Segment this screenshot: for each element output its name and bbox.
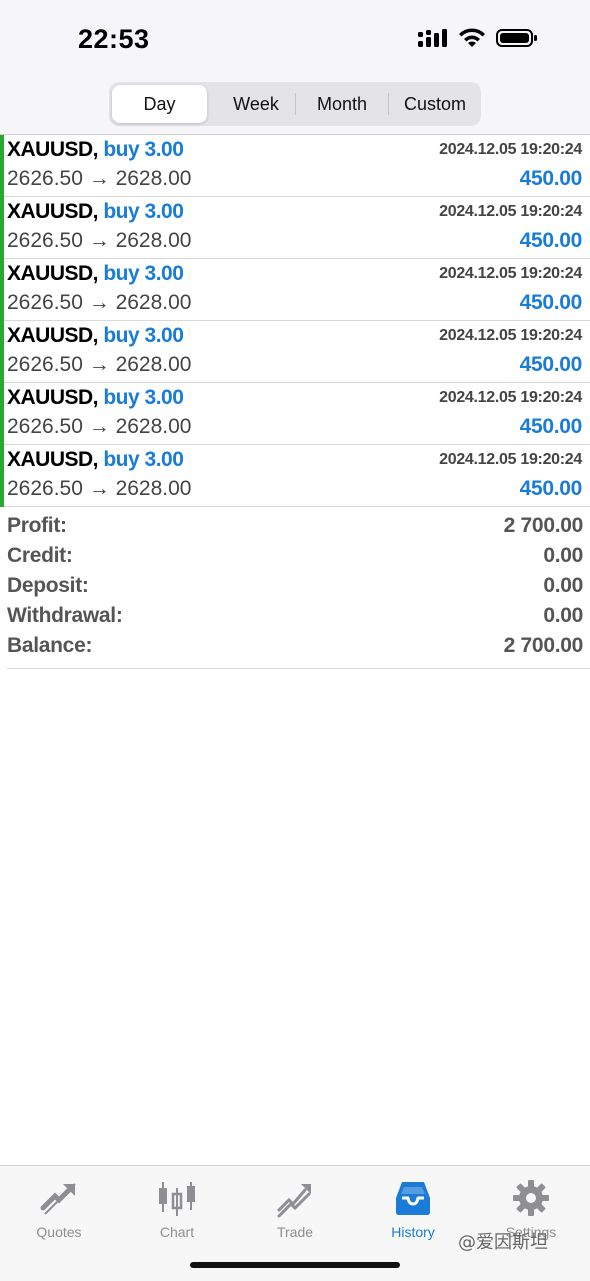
summary-label: Profit: [7, 514, 67, 537]
summary-value: 0.00 [543, 574, 583, 597]
deal-row[interactable]: XAUUSD, buy 3.00 2024.12.05 19:20:24 262… [0, 259, 590, 321]
deal-time: 2024.12.05 19:20:24 [439, 265, 582, 282]
deal-profit: 450.00 [519, 353, 583, 376]
tab-history[interactable]: History [354, 1172, 472, 1242]
deal-time: 2024.12.05 19:20:24 [439, 451, 582, 468]
symbol-name: XAUUSD, [7, 138, 99, 161]
wifi-icon [459, 28, 485, 47]
cellular-signal-icon [418, 29, 447, 47]
divider [7, 668, 590, 669]
deal-prices: 2626.50 → 2628.00 [7, 167, 192, 190]
deal-prices: 2626.50 → 2628.00 [7, 229, 192, 252]
summary-row-balance: Balance: 2 700.00 [7, 632, 583, 662]
tab-label: Trade [276, 1224, 314, 1240]
summary-label: Credit: [7, 544, 73, 567]
chart-icon [159, 1182, 195, 1216]
quotes-icon [40, 1183, 76, 1215]
buy-indicator [0, 321, 4, 383]
home-indicator[interactable] [190, 1262, 400, 1268]
tab-quotes[interactable]: Quotes [0, 1172, 118, 1242]
deal-profit: 450.00 [519, 229, 583, 252]
status-bar: 22:53 [0, 0, 590, 80]
status-icons [418, 28, 538, 48]
deal-symbol: XAUUSD, buy 3.00 [7, 448, 184, 472]
summary-row-credit: Credit: 0.00 [7, 542, 583, 572]
tab-trade[interactable]: Trade [236, 1172, 354, 1242]
summary-row-deposit: Deposit: 0.00 [7, 572, 583, 602]
tab-month[interactable]: Month [296, 82, 388, 126]
deal-prices: 2626.50 → 2628.00 [7, 477, 192, 500]
status-time: 22:53 [78, 24, 150, 54]
deal-side: buy 3.00 [103, 324, 184, 347]
deal-prices: 2626.50 → 2628.00 [7, 353, 192, 376]
watermark-text: @爱因斯坦 [458, 1232, 548, 1253]
deal-side: buy 3.00 [103, 448, 184, 471]
summary-label: Balance: [7, 634, 93, 657]
deal-row[interactable]: XAUUSD, buy 3.00 2024.12.05 19:20:24 262… [0, 321, 590, 383]
tab-label: Chart [159, 1224, 195, 1240]
deal-row[interactable]: XAUUSD, buy 3.00 2024.12.05 19:20:24 262… [0, 445, 590, 507]
history-icon [396, 1182, 430, 1215]
deals-list: XAUUSD, buy 3.00 2024.12.05 19:20:24 262… [0, 135, 590, 507]
deal-side: buy 3.00 [103, 138, 184, 161]
gear-icon [513, 1180, 549, 1216]
summary-row-withdrawal: Withdrawal: 0.00 [7, 602, 583, 632]
deal-time: 2024.12.05 19:20:24 [439, 389, 582, 406]
battery-icon [496, 29, 537, 47]
deal-time: 2024.12.05 19:20:24 [439, 327, 582, 344]
symbol-name: XAUUSD, [7, 448, 99, 471]
summary-value: 0.00 [543, 604, 583, 627]
symbol-name: XAUUSD, [7, 200, 99, 223]
summary-row-profit: Profit: 2 700.00 [7, 512, 583, 542]
summary-label: Deposit: [7, 574, 89, 597]
tab-day[interactable]: Day [112, 85, 207, 123]
symbol-name: XAUUSD, [7, 324, 99, 347]
deal-row[interactable]: XAUUSD, buy 3.00 2024.12.05 19:20:24 262… [0, 197, 590, 259]
deal-side: buy 3.00 [103, 262, 184, 285]
buy-indicator [0, 197, 4, 259]
summary-value: 0.00 [543, 544, 583, 567]
summary-value: 2 700.00 [503, 514, 584, 537]
deal-time: 2024.12.05 19:20:24 [439, 203, 582, 220]
tab-label: History [391, 1224, 435, 1240]
tab-week[interactable]: Week [210, 82, 302, 126]
buy-indicator [0, 445, 4, 507]
deal-symbol: XAUUSD, buy 3.00 [7, 324, 184, 348]
trade-icon [277, 1184, 311, 1218]
deal-symbol: XAUUSD, buy 3.00 [7, 200, 184, 224]
deal-profit: 450.00 [519, 415, 583, 438]
deal-row[interactable]: XAUUSD, buy 3.00 2024.12.05 19:20:24 262… [0, 135, 590, 197]
summary-value: 2 700.00 [503, 634, 584, 657]
summary-label: Withdrawal: [7, 604, 123, 627]
tab-custom[interactable]: Custom [389, 82, 481, 126]
tab-chart[interactable]: Chart [118, 1172, 236, 1242]
symbol-name: XAUUSD, [7, 262, 99, 285]
summary-section: Profit: 2 700.00 Credit: 0.00 Deposit: 0… [7, 512, 583, 662]
deal-profit: 450.00 [519, 477, 583, 500]
buy-indicator [0, 135, 4, 197]
deal-symbol: XAUUSD, buy 3.00 [7, 262, 184, 286]
deal-prices: 2626.50 → 2628.00 [7, 415, 192, 438]
period-selector: Day Week Month Custom [109, 82, 481, 126]
buy-indicator [0, 383, 4, 445]
symbol-name: XAUUSD, [7, 386, 99, 409]
deal-time: 2024.12.05 19:20:24 [439, 141, 582, 158]
deal-prices: 2626.50 → 2628.00 [7, 291, 192, 314]
deal-profit: 450.00 [519, 167, 583, 190]
deal-side: buy 3.00 [103, 200, 184, 223]
tab-label: Quotes [36, 1224, 82, 1240]
deal-side: buy 3.00 [103, 386, 184, 409]
deal-profit: 450.00 [519, 291, 583, 314]
deal-symbol: XAUUSD, buy 3.00 [7, 386, 184, 410]
buy-indicator [0, 259, 4, 321]
deal-row[interactable]: XAUUSD, buy 3.00 2024.12.05 19:20:24 262… [0, 383, 590, 445]
deal-symbol: XAUUSD, buy 3.00 [7, 138, 184, 162]
